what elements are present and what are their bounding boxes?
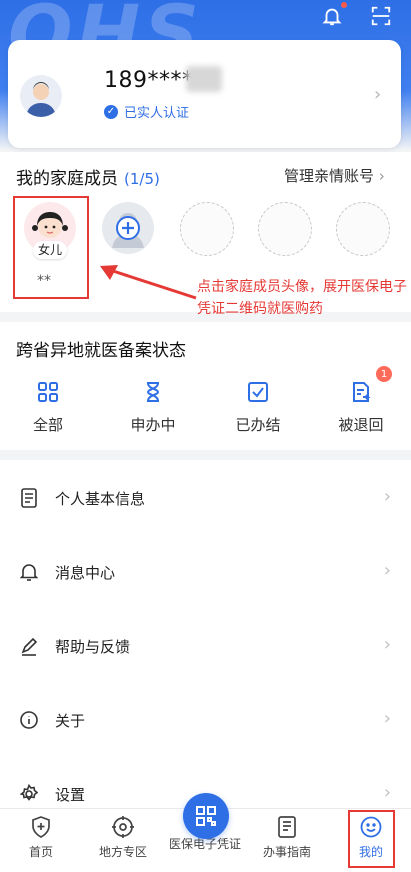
menu-item-personal-info[interactable]: 个人基本信息 › bbox=[0, 462, 411, 536]
verify-label: 已实人认证 bbox=[124, 106, 190, 121]
chevron-right-icon: › bbox=[374, 84, 382, 105]
annotation-arrow bbox=[100, 265, 197, 300]
user-phone: 189**** bbox=[104, 68, 194, 93]
grid-icon bbox=[38, 382, 58, 402]
nav-home[interactable]: 首页 bbox=[0, 815, 82, 860]
info-icon bbox=[20, 711, 38, 729]
checked-box-icon bbox=[248, 382, 268, 402]
verified-check-icon: ✓ bbox=[104, 104, 118, 119]
hourglass-icon bbox=[146, 382, 160, 402]
verify-status: ✓ 已实人认证 bbox=[104, 102, 189, 121]
manage-family-link[interactable]: 管理亲情账号 › bbox=[284, 165, 385, 186]
records-title: 跨省异地就医备案状态 bbox=[16, 341, 186, 361]
chevron-right-icon: › bbox=[383, 782, 391, 803]
add-member-button[interactable] bbox=[102, 202, 154, 254]
returned-count-badge: 1 bbox=[376, 366, 392, 382]
guide-document-icon bbox=[278, 816, 296, 838]
menu-item-messages[interactable]: 消息中心 › bbox=[0, 536, 411, 610]
chevron-right-icon: › bbox=[383, 486, 391, 507]
document-return-icon bbox=[353, 382, 371, 402]
empty-member-slot bbox=[258, 202, 312, 256]
family-title: 我的家庭成员 (1/5) bbox=[16, 169, 160, 189]
empty-member-slot bbox=[336, 202, 390, 256]
chevron-right-icon: › bbox=[383, 560, 391, 581]
menu-item-about[interactable]: 关于 › bbox=[0, 684, 411, 758]
target-icon bbox=[112, 816, 134, 838]
document-icon bbox=[21, 488, 37, 508]
records-returned[interactable]: 被退回 bbox=[321, 380, 401, 435]
settings-menu: 个人基本信息 › 消息中心 › 帮助与反馈 › 关于 › 设置 › bbox=[0, 460, 411, 810]
qr-code-icon bbox=[196, 806, 216, 826]
highlight-box-member bbox=[13, 196, 89, 299]
annotation-text: 点击家庭成员头像，展开医保电子凭证二维码就医购药 bbox=[197, 279, 407, 317]
records-in-progress[interactable]: 申办中 bbox=[113, 380, 193, 435]
nav-service-guide[interactable]: 办事指南 bbox=[246, 815, 328, 860]
highlight-box-mine-tab bbox=[348, 810, 395, 868]
bell-outline-icon bbox=[20, 564, 38, 581]
user-avatar bbox=[20, 75, 62, 117]
cross-province-records: 跨省异地就医备案状态 全部 申办中 已办结 被退回 bbox=[0, 322, 411, 450]
chevron-right-icon: › bbox=[383, 708, 391, 729]
records-completed[interactable]: 已办结 bbox=[218, 380, 298, 435]
pen-icon bbox=[21, 637, 38, 656]
phone-redaction bbox=[186, 66, 222, 92]
notification-dot bbox=[341, 2, 347, 8]
user-card[interactable]: 189**** ✓ 已实人认证 › bbox=[8, 40, 401, 148]
chevron-right-icon: › bbox=[383, 634, 391, 655]
gear-icon bbox=[20, 784, 38, 801]
menu-item-help-feedback[interactable]: 帮助与反馈 › bbox=[0, 610, 411, 684]
records-all[interactable]: 全部 bbox=[8, 380, 88, 435]
qr-code-button[interactable] bbox=[183, 793, 229, 839]
shield-plus-icon bbox=[32, 816, 50, 838]
family-count: (1/5) bbox=[124, 170, 160, 188]
bell-icon[interactable] bbox=[321, 5, 343, 27]
nav-local-zone[interactable]: 地方专区 bbox=[82, 815, 164, 860]
scan-icon[interactable] bbox=[370, 5, 392, 27]
empty-member-slot bbox=[180, 202, 234, 256]
